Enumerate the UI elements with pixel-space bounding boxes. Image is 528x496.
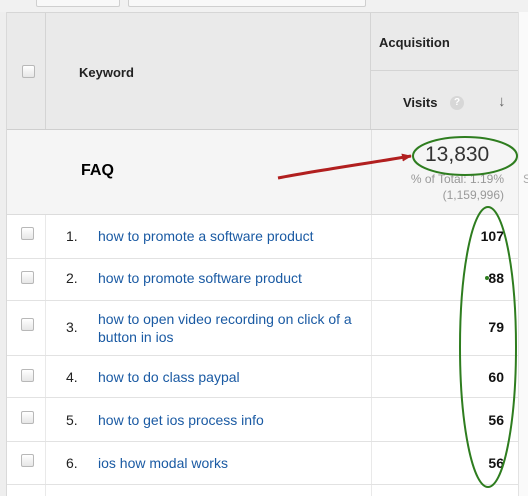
table-row: 4. how to do class paypal 60 [7, 356, 518, 398]
keyword-link[interactable]: how to open video recording on click of … [98, 310, 360, 346]
header-visits-cell[interactable]: Visits ? ↓ [371, 71, 518, 129]
summary-label: FAQ [81, 162, 114, 179]
clipped-column-text: S [523, 172, 528, 186]
table-row: 3. how to open video recording on click … [7, 301, 518, 356]
visits-value: 56 [488, 412, 504, 428]
column-divider [371, 398, 372, 441]
column-divider [45, 398, 46, 441]
right-clipped-column [518, 12, 528, 496]
column-divider [371, 485, 372, 496]
visits-value: 60 [488, 369, 504, 385]
visits-total: 13,830 [425, 143, 490, 166]
toolbar-button-right[interactable] [128, 0, 366, 7]
column-divider [45, 259, 46, 300]
header-keyword-cell[interactable]: Keyword [46, 13, 371, 129]
keyword-link[interactable]: ios how modal works [98, 454, 366, 472]
table-row: 5. how to get ios process info 56 [7, 398, 518, 442]
row-checkbox[interactable] [21, 454, 34, 467]
keyword-link[interactable]: how to promote software product [98, 269, 366, 287]
sort-descending-icon[interactable]: ↓ [498, 94, 506, 109]
keyword-link[interactable]: how to do class paypal [98, 368, 366, 386]
row-checkbox[interactable] [21, 271, 34, 284]
visits-value: 88 [488, 270, 504, 286]
row-index: 6. [66, 455, 78, 471]
visits-column-header[interactable]: Visits [403, 95, 437, 110]
column-divider [45, 215, 46, 258]
percent-line: % of Total: 1.19% [410, 172, 504, 186]
row-checkbox[interactable] [21, 227, 34, 240]
row-index: 2. [66, 270, 78, 286]
row-index: 4. [66, 369, 78, 385]
row-checkbox[interactable] [21, 369, 34, 382]
visits-value: 79 [488, 319, 504, 335]
column-divider [45, 442, 46, 484]
column-divider [371, 442, 372, 484]
row-checkbox[interactable] [21, 411, 34, 424]
visits-value: 107 [480, 228, 504, 244]
total-line: (1,159,996) [442, 188, 504, 202]
row-index: 5. [66, 412, 78, 428]
column-divider [371, 259, 372, 300]
row-index: 3. [66, 319, 78, 335]
table-row: 1. how to promote a software product 107 [7, 215, 518, 259]
column-divider [371, 215, 372, 258]
toolbar-button-left[interactable] [36, 0, 120, 7]
top-toolbar [0, 0, 528, 13]
column-divider [371, 301, 372, 355]
keyword-link[interactable]: how to promote a software product [98, 227, 366, 245]
column-divider [45, 356, 46, 397]
help-icon[interactable]: ? [450, 96, 464, 110]
table-row: 6. ios how modal works 56 [7, 442, 518, 485]
table-row: 2. how to promote software product 88 [7, 259, 518, 301]
left-border [0, 12, 7, 496]
column-divider [45, 301, 46, 355]
row-index: 1. [66, 228, 78, 244]
column-divider [45, 485, 46, 496]
percent-of-total: % of Total: 1.19% (1,159,996) [392, 171, 504, 203]
row-checkbox[interactable] [21, 318, 34, 331]
column-divider [371, 130, 372, 214]
header-checkbox-cell [7, 13, 46, 129]
column-divider [371, 356, 372, 397]
keyword-link[interactable]: how to get ios process info [98, 411, 366, 429]
header-acquisition-cell: Acquisition [371, 13, 518, 71]
acquisition-group-header: Acquisition [379, 35, 450, 50]
visits-value: 56 [488, 455, 504, 471]
select-all-checkbox[interactable] [22, 65, 35, 78]
keyword-column-header[interactable]: Keyword [79, 65, 134, 80]
table-row-partial [7, 485, 518, 496]
